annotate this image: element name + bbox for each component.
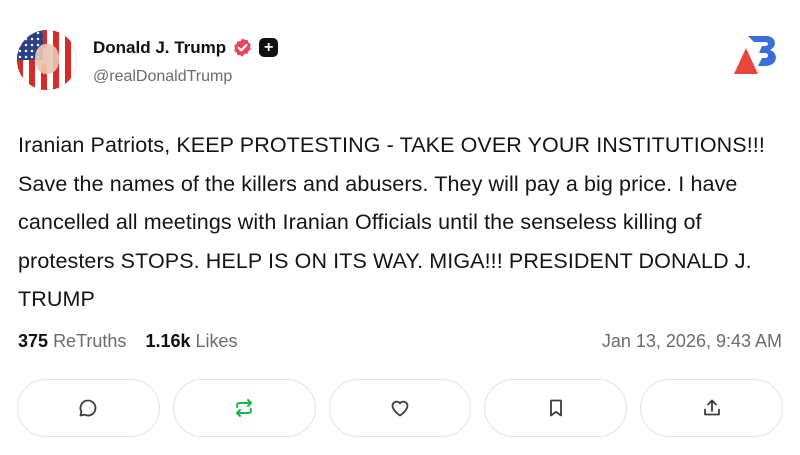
author-name[interactable]: Donald J. Trump [93, 38, 226, 58]
share-icon [703, 399, 720, 416]
comment-icon [79, 399, 97, 417]
brand-logo-icon [734, 36, 776, 74]
bookmark-icon [549, 399, 562, 417]
plus-badge-icon: + [259, 38, 279, 57]
retruth-icon [236, 399, 253, 417]
action-bar [17, 379, 783, 437]
likes-label: Likes [195, 331, 238, 351]
heart-icon [391, 400, 409, 417]
post-body-text: Iranian Patriots, KEEP PROTESTING - TAKE… [18, 133, 765, 311]
avatar[interactable] [17, 30, 77, 90]
retruths-label: ReTruths [53, 331, 127, 351]
bookmark-button[interactable] [484, 379, 628, 437]
retruth-button[interactable] [172, 379, 316, 437]
likes-count: 1.16k [145, 331, 191, 351]
author-name-row: Donald J. Trump + [93, 37, 279, 58]
avatar-face [35, 44, 59, 74]
likes-stat[interactable]: 1.16k Likes [145, 331, 237, 352]
like-button[interactable] [328, 379, 472, 437]
retruths-count: 375 [18, 331, 49, 351]
author-handle[interactable]: @realDonaldTrump [93, 68, 232, 86]
retruths-stat[interactable]: 375 ReTruths [18, 331, 126, 352]
verified-badge-icon [234, 38, 251, 57]
post-timestamp[interactable]: Jan 13, 2026, 9:43 AM [602, 331, 782, 352]
post-header: Donald J. Trump + @realDonaldTrump [17, 30, 783, 92]
post-stats: 375 ReTruths 1.16k Likes Jan 13, 2026, 9… [18, 331, 782, 357]
share-button[interactable] [640, 379, 783, 437]
comment-button[interactable] [17, 379, 160, 437]
